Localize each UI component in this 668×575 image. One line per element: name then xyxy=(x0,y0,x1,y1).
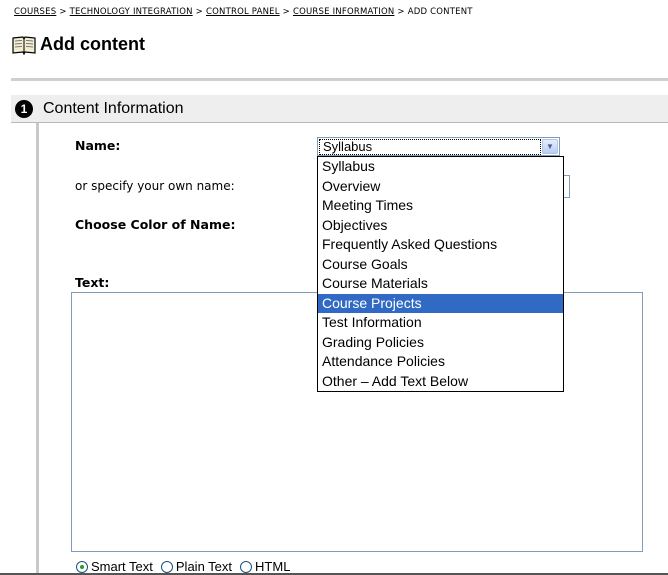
dropdown-option[interactable]: Attendance Policies xyxy=(318,352,563,372)
text-label: Text: xyxy=(75,275,110,290)
name-select-value: Syllabus xyxy=(319,138,541,155)
dropdown-option[interactable]: Overview xyxy=(318,177,563,197)
dropdown-option[interactable]: Objectives xyxy=(318,216,563,236)
breadcrumb: COURSES > TECHNOLOGY INTEGRATION > CONTROL P… xyxy=(14,7,473,17)
dropdown-option[interactable]: Frequently Asked Questions xyxy=(318,235,563,255)
radio-label-plain-text: Plain Text xyxy=(175,559,233,574)
radio-html[interactable] xyxy=(240,560,253,573)
dropdown-option[interactable]: Other – Add Text Below xyxy=(318,372,563,392)
breadcrumb-separator: > xyxy=(59,7,67,17)
name-select[interactable]: Syllabus ▼ xyxy=(317,137,560,156)
text-format-options: Smart Text Plain Text HTML xyxy=(76,559,298,574)
title-divider xyxy=(11,78,668,81)
own-name-label: or specify your own name: xyxy=(75,179,235,193)
section-title: Content Information xyxy=(43,99,184,117)
dropdown-option[interactable]: Test Information xyxy=(318,313,563,333)
breadcrumb-course-information[interactable]: COURSE INFORMATION xyxy=(293,7,394,17)
name-label: Name: xyxy=(75,138,121,153)
step-number-badge: 1 xyxy=(15,99,33,118)
section-header: 1 Content Information xyxy=(11,95,668,123)
radio-smart-text[interactable] xyxy=(76,560,88,573)
radio-label-smart-text: Smart Text xyxy=(91,559,153,574)
breadcrumb-separator: > xyxy=(195,7,203,17)
chevron-down-icon[interactable]: ▼ xyxy=(542,139,558,154)
name-dropdown-list: Syllabus Overview Meeting Times Objectives F… xyxy=(317,156,564,392)
page-header: Add content xyxy=(12,34,145,55)
breadcrumb-separator: > xyxy=(282,7,290,17)
breadcrumb-technology-integration[interactable]: TECHNOLOGY INTEGRATION xyxy=(70,7,193,17)
color-label: Choose Color of Name: xyxy=(75,217,236,232)
dropdown-option[interactable]: Course Projects xyxy=(318,293,563,313)
section-left-bar xyxy=(36,123,39,575)
dropdown-option[interactable]: Grading Policies xyxy=(318,333,563,353)
book-icon xyxy=(12,35,36,55)
page-title: Add content xyxy=(40,34,145,54)
dropdown-option[interactable]: Course Goals xyxy=(318,255,563,275)
breadcrumb-courses[interactable]: COURSES xyxy=(14,7,56,17)
radio-plain-text[interactable] xyxy=(160,560,173,573)
breadcrumb-control-panel[interactable]: CONTROL PANEL xyxy=(206,7,280,17)
dropdown-option[interactable]: Course Materials xyxy=(318,274,563,294)
dropdown-option[interactable]: Syllabus xyxy=(318,157,563,177)
radio-label-html: HTML xyxy=(255,559,291,574)
breadcrumb-current: ADD CONTENT xyxy=(407,7,473,17)
breadcrumb-separator: > xyxy=(397,7,405,17)
dropdown-option[interactable]: Meeting Times xyxy=(318,196,563,216)
